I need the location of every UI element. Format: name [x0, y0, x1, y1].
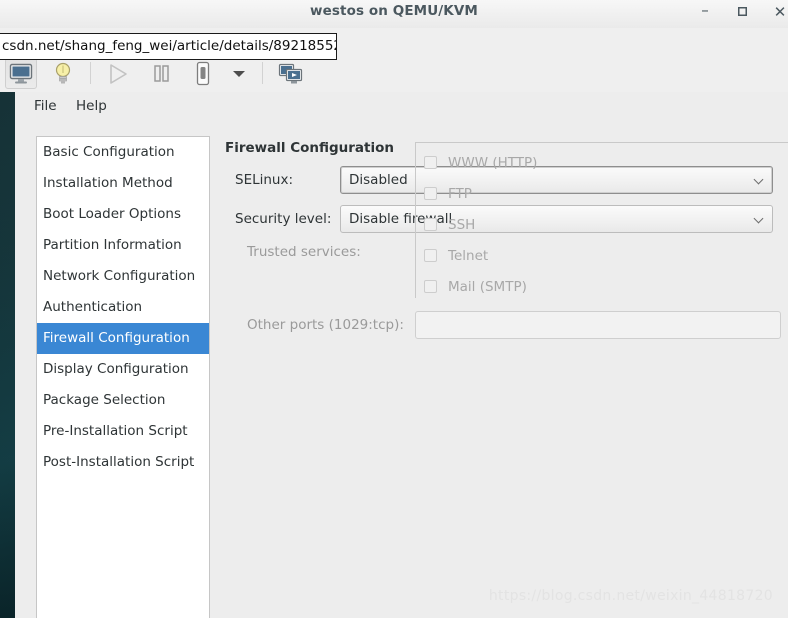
selinux-value: Disabled — [349, 172, 408, 188]
virt-manager-window: westos on QEMU/KVM – ✕ File Virtual Mach… — [0, 0, 788, 618]
console-view-button[interactable] — [5, 58, 37, 89]
selinux-label: SELinux: — [235, 172, 294, 188]
guest-desktop-background — [0, 92, 15, 618]
details-view-button[interactable] — [47, 58, 79, 89]
pause-icon — [145, 64, 177, 84]
run-button[interactable] — [102, 58, 134, 89]
minimize-icon: – — [701, 1, 709, 19]
window-titlebar: westos on QEMU/KVM – ✕ — [0, 0, 788, 29]
sidebar-item-partition-information[interactable]: Partition Information — [37, 230, 209, 261]
service-label-mail: Mail (SMTP) — [448, 279, 527, 295]
checkbox-ssh[interactable] — [424, 218, 437, 231]
maximize-button[interactable] — [729, 0, 755, 24]
toolbar-separator — [262, 62, 263, 84]
checkbox-ftp[interactable] — [424, 187, 437, 200]
maximize-icon — [729, 0, 755, 26]
shutdown-button[interactable] — [187, 58, 219, 89]
security-level-label: Security level: — [235, 211, 332, 227]
service-label-telnet: Telnet — [448, 248, 489, 264]
minimize-button[interactable]: – — [692, 0, 718, 24]
sidebar-item-post-installation-script[interactable]: Post-Installation Script — [37, 447, 209, 478]
watermark-text: https://blog.csdn.net/weixin_44818720 — [488, 588, 773, 604]
checkbox-www[interactable] — [424, 156, 437, 169]
toolbar-separator — [90, 62, 91, 84]
pause-button[interactable] — [145, 58, 177, 89]
sidebar-item-authentication[interactable]: Authentication — [37, 292, 209, 323]
snapshots-button[interactable] — [275, 58, 307, 89]
firewall-configuration-pane: Firewall Configuration SELinux: Disabled… — [225, 136, 788, 618]
vm-guest-screen[interactable]: File Help Basic Configuration Installati… — [0, 92, 788, 618]
chevron-down-icon — [226, 69, 252, 79]
sidebar-item-firewall-configuration[interactable]: Firewall Configuration — [37, 323, 209, 354]
sidebar-item-network-configuration[interactable]: Network Configuration — [37, 261, 209, 292]
sidebar-item-package-selection[interactable]: Package Selection — [37, 385, 209, 416]
link-tooltip-text: csdn.net/shang_feng_wei/article/details/… — [2, 38, 336, 54]
close-button[interactable]: ✕ — [767, 0, 788, 24]
app-menu-help[interactable]: Help — [76, 96, 107, 116]
app-menu-file[interactable]: File — [34, 96, 57, 116]
checkbox-mail[interactable] — [424, 280, 437, 293]
sidebar-item-installation-method[interactable]: Installation Method — [37, 168, 209, 199]
kickstart-menubar: File Help — [15, 92, 788, 120]
trusted-services-list: WWW (HTTP) FTP SSH Telnet Mail (SMTP) — [415, 142, 788, 298]
other-ports-input[interactable] — [415, 311, 781, 339]
sidebar-item-boot-loader-options[interactable]: Boot Loader Options — [37, 199, 209, 230]
service-label-ssh: SSH — [448, 217, 476, 233]
other-ports-label: Other ports (1029:tcp): — [247, 317, 404, 333]
trusted-services-label: Trusted services: — [247, 244, 361, 260]
window-title: westos on QEMU/KVM — [310, 3, 478, 19]
sidebar-item-pre-installation-script[interactable]: Pre-Installation Script — [37, 416, 209, 447]
checkbox-telnet[interactable] — [424, 249, 437, 262]
configuration-section-list[interactable]: Basic Configuration Installation Method … — [36, 136, 210, 618]
service-label-www: WWW (HTTP) — [448, 155, 538, 171]
kickstart-configurator-window: File Help Basic Configuration Installati… — [15, 92, 788, 618]
play-icon — [102, 63, 134, 85]
sidebar-item-basic-configuration[interactable]: Basic Configuration — [37, 137, 209, 168]
close-icon: ✕ — [773, 3, 787, 21]
page-title: Firewall Configuration — [225, 140, 395, 156]
service-label-ftp: FTP — [448, 186, 472, 202]
shutdown-menu-button[interactable] — [226, 58, 252, 89]
lightbulb-icon — [47, 61, 79, 85]
monitor-icon — [6, 63, 36, 85]
power-icon — [187, 61, 219, 87]
snapshots-icon — [275, 62, 307, 86]
link-tooltip: csdn.net/shang_feng_wei/article/details/… — [0, 33, 337, 60]
sidebar-item-display-configuration[interactable]: Display Configuration — [37, 354, 209, 385]
